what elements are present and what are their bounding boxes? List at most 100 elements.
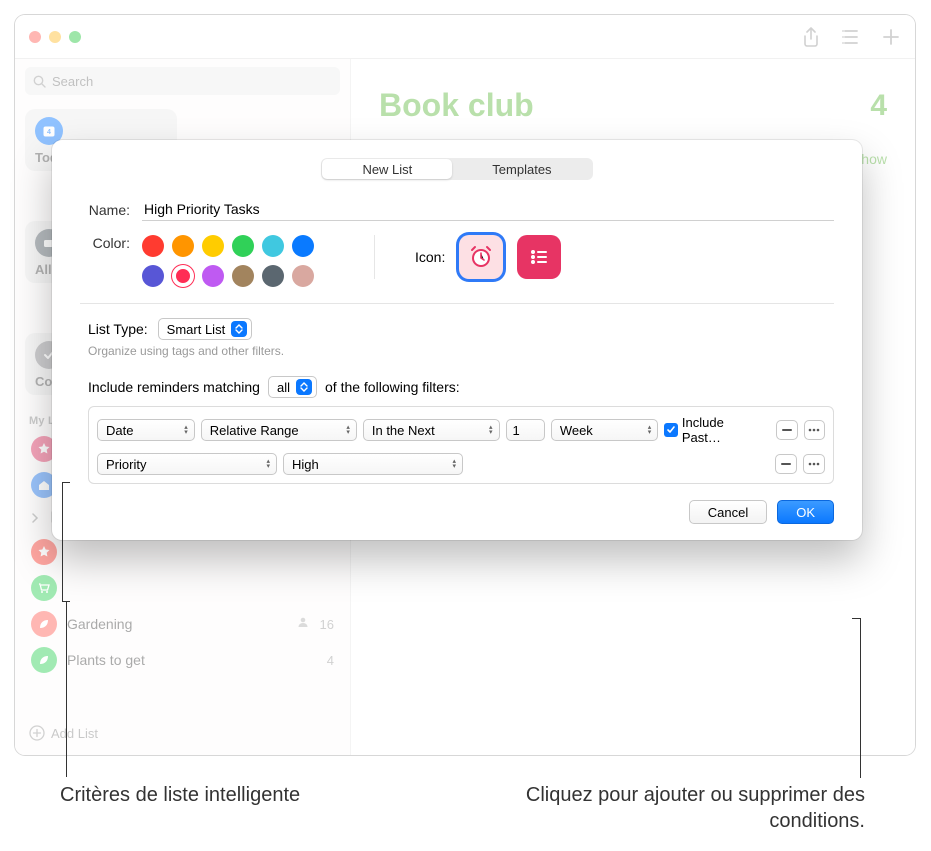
smart-all-label: All [35,262,52,277]
search-field[interactable] [25,67,340,95]
updown-icon: ▴▾ [184,425,188,435]
sidebar-list-gardening[interactable]: Gardening 16 [25,606,340,642]
color-swatches [142,235,332,287]
filter-op-select[interactable]: Relative Range▴▾ [201,419,357,441]
leaf-icon [31,611,57,637]
add-list-label: Add List [51,726,98,741]
new-list-sheet: New List Templates Name: Color: Icon: [52,140,862,540]
annotation-text-right: Cliquez pour ajouter ou supprimer des co… [445,782,865,834]
cancel-button[interactable]: Cancel [689,500,767,524]
updown-icon: ▴▾ [266,459,270,469]
match-suffix: of the following filters: [325,379,460,395]
color-swatch[interactable] [202,265,224,287]
add-list-button[interactable]: Add List [25,719,102,747]
annotation-hook-right [852,618,860,619]
search-input[interactable] [52,74,332,89]
title-bar [15,15,915,59]
list-count: 4 [327,653,334,668]
list-layout-icon[interactable] [841,27,861,47]
name-label: Name: [80,202,130,218]
color-label: Color: [80,235,130,251]
more-filter-button[interactable] [804,420,825,440]
icon-option-alarm[interactable] [459,235,503,279]
minimize-window-button[interactable] [49,31,61,43]
list-name-input[interactable] [142,198,834,221]
ok-button[interactable]: OK [777,500,834,524]
annotation-line-right [860,618,861,778]
list-type-label: List Type: [88,321,148,337]
annotation-line-left [66,602,67,777]
filter-value-select[interactable]: High▴▾ [283,453,463,475]
checkmark-icon [664,423,678,437]
tab-new-list[interactable]: New List [322,159,452,179]
updown-icon: ▴▾ [489,425,493,435]
remove-filter-button[interactable] [776,420,797,440]
annotation-text-left: Critères de liste intelligente [60,782,300,808]
filter-count-stepper[interactable]: 1 [506,419,545,441]
star-icon [31,539,57,565]
color-swatch[interactable] [232,235,254,257]
share-icon[interactable] [801,27,821,47]
plus-circle-icon [29,725,45,741]
search-icon [33,75,46,88]
color-swatch[interactable] [202,235,224,257]
tab-templates[interactable]: Templates [452,159,591,179]
sidebar-list-item[interactable] [25,570,340,606]
remove-filter-button[interactable] [775,454,797,474]
annotation-bracket-left [62,482,70,602]
list-title: Book club [379,87,534,124]
svg-text:4: 4 [47,129,51,136]
cart-icon [31,575,57,601]
filter-direction-select[interactable]: In the Next▴▾ [363,419,500,441]
include-past-checkbox[interactable]: Include Past… [664,415,764,445]
color-swatch[interactable] [292,265,314,287]
updown-icon [231,321,247,337]
filters-box: Date▴▾ Relative Range▴▾ In the Next▴▾ 1 … [88,406,834,484]
new-reminder-icon[interactable] [881,27,901,47]
filter-field-select[interactable]: Priority▴▾ [97,453,277,475]
window-controls [29,31,81,43]
sheet-tabs: New List Templates [321,158,592,180]
updown-icon: ▴▾ [648,425,652,435]
list-name: Gardening [67,616,286,632]
color-swatch[interactable] [262,265,284,287]
list-count: 4 [870,89,887,123]
minus-icon [781,463,791,465]
list-type-hint: Organize using tags and other filters. [88,344,834,358]
color-swatch[interactable] [172,235,194,257]
shared-icon [296,615,310,634]
list-type-value: Smart List [167,322,226,337]
ellipsis-icon [808,428,820,432]
updown-icon [296,379,312,395]
icon-option-bullets[interactable] [517,235,561,279]
filter-field-select[interactable]: Date▴▾ [97,419,195,441]
bullet-list-icon [527,245,551,269]
color-swatch[interactable] [142,265,164,287]
filter-row-date: Date▴▾ Relative Range▴▾ In the Next▴▾ 1 … [97,415,825,445]
updown-icon: ▴▾ [452,459,456,469]
list-count: 16 [320,617,334,632]
match-mode-select[interactable]: all [268,376,317,398]
list-type-select[interactable]: Smart List [158,318,253,340]
filter-unit-select[interactable]: Week▴▾ [551,419,658,441]
color-swatch[interactable] [172,265,194,287]
close-window-button[interactable] [29,31,41,43]
section-divider [80,303,834,304]
minus-icon [782,429,792,431]
list-name: Plants to get [67,652,317,668]
alarm-clock-icon [467,243,495,271]
leaf-icon [31,647,57,673]
include-past-label: Include Past… [682,415,764,445]
zoom-window-button[interactable] [69,31,81,43]
color-swatch[interactable] [262,235,284,257]
match-mode-value: all [277,380,290,395]
color-swatch[interactable] [142,235,164,257]
chevron-right-icon [31,510,39,528]
ellipsis-icon [808,462,820,466]
color-swatch[interactable] [232,265,254,287]
match-prefix: Include reminders matching [88,379,260,395]
sidebar-list-plants[interactable]: Plants to get 4 [25,642,340,678]
color-swatch[interactable] [292,235,314,257]
filter-row-priority: Priority▴▾ High▴▾ [97,453,825,475]
more-filter-button[interactable] [803,454,825,474]
